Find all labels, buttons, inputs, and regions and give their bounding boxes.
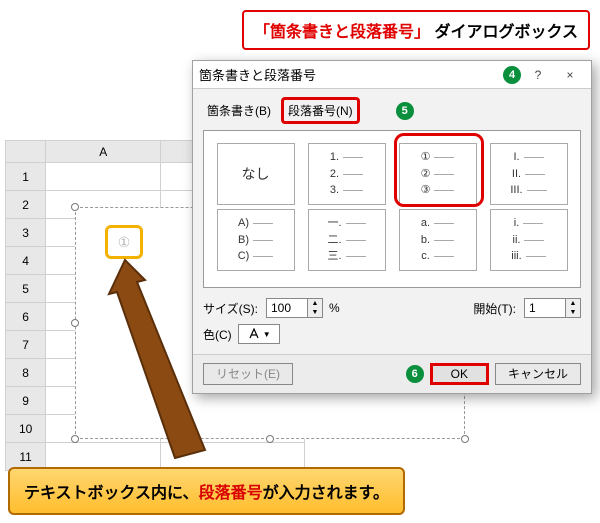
callout-bottom-post: が入力されます。 (263, 485, 389, 502)
cell[interactable] (46, 163, 161, 191)
size-input[interactable] (267, 299, 307, 317)
step-badge-6: 6 (406, 365, 424, 383)
color-picker-button[interactable]: ▼ (238, 324, 280, 344)
resize-handle[interactable] (71, 203, 79, 211)
bullets-numbering-dialog: 箇条書きと段落番号 4 ? × 箇条書き(B) 段落番号(N) 5 なし 1. … (192, 60, 592, 394)
callout-top-rest: ダイアログボックス (434, 24, 578, 41)
row-header[interactable]: 4 (6, 247, 46, 275)
tab-numbering[interactable]: 段落番号(N) (281, 97, 360, 124)
row-header[interactable]: 5 (6, 275, 46, 303)
spin-up-icon[interactable]: ▲ (566, 299, 580, 308)
dialog-titlebar[interactable]: 箇条書きと段落番号 4 ? × (193, 61, 591, 89)
callout-bottom: テキストボックス内に、段落番号が入力されます。 (8, 467, 405, 515)
resize-handle[interactable] (71, 319, 79, 327)
close-button[interactable]: × (555, 64, 585, 86)
row-header[interactable]: 10 (6, 415, 46, 443)
size-spinner[interactable]: ▲▼ (266, 298, 323, 318)
opt-label: なし (242, 164, 270, 185)
numbering-option-roman-lower-dot[interactable]: i. ii. iii. (490, 209, 568, 271)
numbering-option-kanji[interactable]: 一. 二. 三. (308, 209, 386, 271)
callout-bottom-pre: テキストボックス内に、 (24, 485, 199, 502)
spin-down-icon[interactable]: ▼ (566, 308, 580, 317)
start-spinner[interactable]: ▲▼ (524, 298, 581, 318)
size-suffix: % (329, 301, 340, 315)
cancel-button[interactable]: キャンセル (495, 363, 581, 385)
resize-handle[interactable] (266, 435, 274, 443)
resize-handle[interactable] (71, 435, 79, 443)
callout-top: 「箇条書きと段落番号」 ダイアログボックス (242, 10, 590, 50)
chevron-down-icon: ▼ (263, 330, 271, 339)
row-header[interactable]: 6 (6, 303, 46, 331)
color-label: 色(C) (203, 326, 232, 343)
spin-down-icon[interactable]: ▼ (308, 308, 322, 317)
sheet-corner[interactable] (6, 141, 46, 163)
inserted-number-highlight: ① (105, 225, 143, 259)
step-badge-4: 4 (503, 66, 521, 84)
callout-bottom-mid: 段落番号 (199, 485, 263, 502)
tab-bullets[interactable]: 箇条書き(B) (203, 100, 275, 121)
numbering-option-alpha-lower-dot[interactable]: a. b. c. (399, 209, 477, 271)
numbering-option-roman-upper[interactable]: I. II. III. (490, 143, 568, 205)
inserted-number-sample: ① (118, 234, 131, 251)
row-header[interactable]: 1 (6, 163, 46, 191)
numbering-gallery: なし 1. 2. 3. ① ② ③ I. II. III. (203, 130, 581, 288)
resize-handle[interactable] (461, 435, 469, 443)
numbering-option-arabic[interactable]: 1. 2. 3. (308, 143, 386, 205)
numbering-option-none[interactable]: なし (217, 143, 295, 205)
start-label: 開始(T): (473, 300, 516, 317)
row-header[interactable]: 9 (6, 387, 46, 415)
size-label: サイズ(S): (203, 300, 258, 317)
font-color-icon (247, 328, 261, 340)
ok-button[interactable]: OK (430, 363, 489, 385)
spin-up-icon[interactable]: ▲ (308, 299, 322, 308)
help-button[interactable]: ? (523, 64, 553, 86)
row-header[interactable]: 2 (6, 191, 46, 219)
row-header[interactable]: 7 (6, 331, 46, 359)
row-header[interactable]: 8 (6, 359, 46, 387)
step-badge-5: 5 (396, 102, 414, 120)
numbering-option-alpha-upper-paren[interactable]: A) B) C) (217, 209, 295, 271)
row-header[interactable]: 3 (6, 219, 46, 247)
callout-top-red: 「箇条書きと段落番号」 (254, 24, 430, 41)
reset-button[interactable]: リセット(E) (203, 363, 293, 385)
col-header-A[interactable]: A (46, 141, 161, 163)
numbering-option-circled[interactable]: ① ② ③ (399, 143, 477, 205)
start-input[interactable] (525, 299, 565, 317)
dialog-title: 箇条書きと段落番号 (199, 65, 499, 84)
